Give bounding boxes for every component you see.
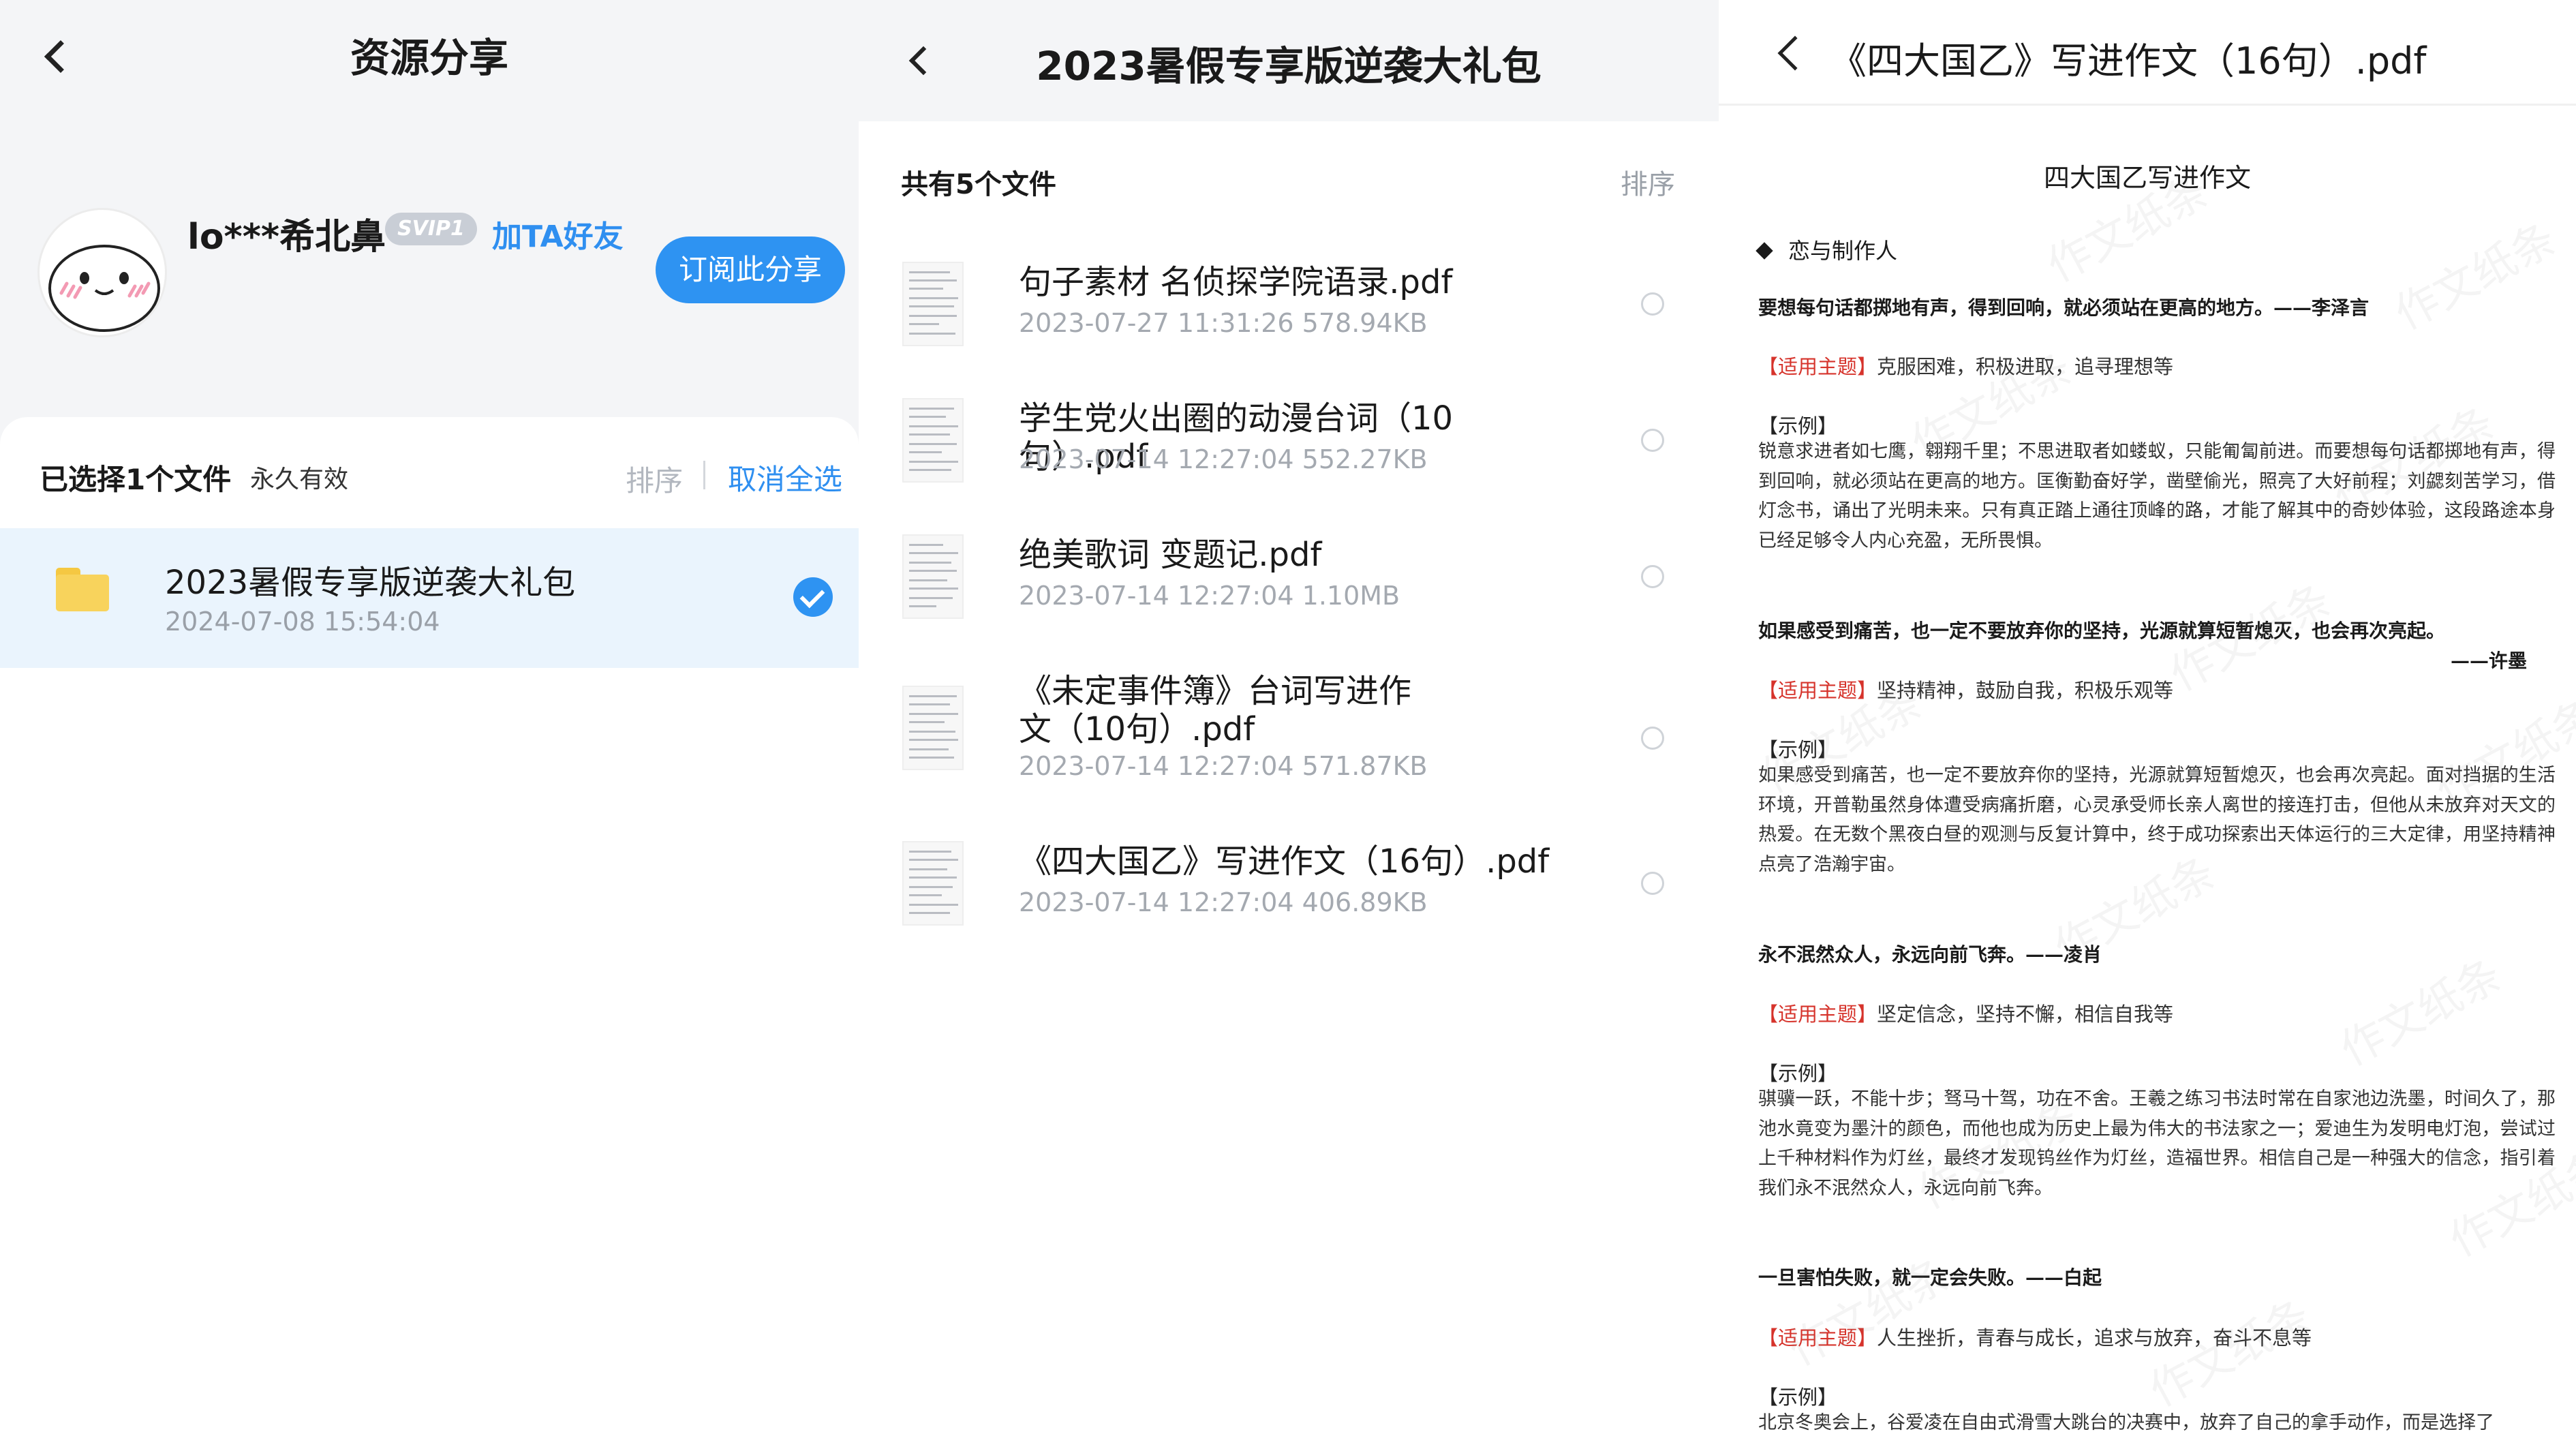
quote-signature: ——许墨 [2450, 650, 2527, 672]
folder-panel: 2023暑假专享版逆袭大礼包 共有5个文件 排序 句子素材 名侦探学院语录.pd… [859, 0, 1719, 1449]
pdf-thumbnail-icon [902, 686, 964, 770]
watermark: 作文纸条 [2387, 213, 2565, 341]
share-header: 资源分享 [0, 0, 859, 116]
quote: 一旦害怕失败，就一定会失败。——白起 [1758, 1266, 2102, 1289]
file-name: 句子素材 名侦探学院语录.pdf [1019, 263, 1453, 301]
example-text: 如果感受到痛苦，也一定不要放弃你的坚持，光源就算短暂熄灭，也会再次亮起。面对挡据… [1758, 765, 2556, 875]
username: lo***希北鼻 [187, 217, 386, 258]
select-radio[interactable] [1641, 727, 1664, 750]
file-count: 共有5个文件 [901, 169, 1056, 200]
avatar[interactable] [37, 208, 167, 337]
example-label: 【示例】 [1758, 414, 1838, 438]
file-row[interactable]: 绝美歌词 变题记.pdf 2023-07-14 12:27:04 1.10MB [859, 529, 1719, 638]
page-title: 《四大国乙》写进作文（16句）.pdf [1830, 40, 2427, 82]
mochi-face-icon [48, 245, 160, 332]
select-radio[interactable] [1641, 429, 1664, 452]
folder-name: 2023暑假专享版逆袭大礼包 [165, 564, 576, 602]
subscribe-button[interactable]: 订阅此分享 [656, 237, 845, 303]
selected-folder-row[interactable]: 2023暑假专享版逆袭大礼包 2024-07-08 15:54:04 [0, 528, 859, 668]
sort-button[interactable]: 排序 [1621, 162, 1675, 202]
file-meta: 2023-07-14 12:27:04 406.89KB [1019, 887, 1428, 917]
file-meta: 2023-07-14 12:27:04 552.27KB [1019, 444, 1428, 474]
theme-line: 【适用主题】坚持精神，鼓励自我，积极乐观等 [1758, 679, 2174, 702]
page-title: 2023暑假专享版逆袭大礼包 [1036, 43, 1542, 89]
example-text: 北京冬奥会上，谷爱凌在自由式滑雪大跳台的决赛中，放弃了自己的拿手动作，而是选择了 [1758, 1412, 2494, 1433]
preview-panel: 《四大国乙》写进作文（16句）.pdf 四大国乙写进作文 恋与制作人 要想每句话… [1719, 0, 2576, 1449]
select-radio[interactable] [1641, 292, 1664, 316]
folder-header: 2023暑假专享版逆袭大礼包 [859, 0, 1719, 121]
example-label: 【示例】 [1758, 1386, 1838, 1409]
theme-line: 【适用主题】人生挫折，青春与成长，追求与放弃，奋斗不息等 [1758, 1326, 2312, 1349]
pdf-thumbnail-icon [902, 262, 964, 346]
file-row[interactable]: 学生党火出圈的动漫台词（10句）.pdf 2023-07-14 12:27:04… [859, 393, 1719, 502]
add-friend-link[interactable]: 加TA好友 [492, 212, 624, 256]
page-title: 资源分享 [350, 35, 508, 81]
watermark: 作文纸条 [2332, 949, 2511, 1077]
file-row[interactable]: 《四大国乙》写进作文（16句）.pdf 2023-07-14 12:27:04 … [859, 836, 1719, 945]
pdf-thumbnail-icon [902, 398, 964, 483]
svip-badge: SVIP1 [385, 213, 477, 245]
checkmark-icon[interactable] [793, 577, 833, 617]
select-radio[interactable] [1641, 565, 1664, 588]
folder-date: 2024-07-08 15:54:04 [165, 607, 440, 637]
folder-icon [56, 568, 109, 611]
file-meta: 2023-07-14 12:27:04 571.87KB [1019, 751, 1428, 781]
validity-label: 永久有效 [250, 466, 349, 493]
file-name: 《四大国乙》写进作文（16句）.pdf [1019, 842, 1550, 881]
example-text: 骐骥一跃，不能十步；驽马十驾，功在不舍。王羲之练习书法时常在自家池边洗墨，时间久… [1758, 1088, 2556, 1199]
file-row[interactable]: 句子素材 名侦探学院语录.pdf 2023-07-27 11:31:26 578… [859, 256, 1719, 365]
file-meta: 2023-07-14 12:27:04 1.10MB [1019, 581, 1400, 611]
example-label: 【示例】 [1758, 1062, 1838, 1085]
back-icon[interactable] [1777, 35, 1813, 71]
file-name: 绝美歌词 变题记.pdf [1019, 536, 1322, 574]
file-name: 《未定事件簿》台词写进作文（10句）.pdf [1019, 672, 1412, 748]
doc-section: 恋与制作人 [1758, 234, 1897, 265]
preview-header: 《四大国乙》写进作文（16句）.pdf [1719, 0, 2576, 106]
cancel-select-all-button[interactable]: 取消全选 [728, 457, 842, 498]
example-text: 锐意求进者如七鹰，翱翔千里；不思进取者如蝼蚁，只能匍匐前进。而要想每句话都掷地有… [1758, 441, 2556, 551]
pdf-thumbnail-icon [902, 534, 964, 619]
quote: 要想每句话都掷地有声，得到回响，就必须站在更高的地方。——李泽言 [1758, 296, 2370, 319]
pdf-document[interactable]: 四大国乙写进作文 恋与制作人 要想每句话都掷地有声，得到回响，就必须站在更高的地… [1719, 106, 2576, 1449]
quote: 永不泯然众人，永远向前飞奔。——凌肖 [1758, 943, 2102, 966]
selection-card: 已选择1个文件 永久有效 排序 取消全选 2023暑假专享版逆袭大礼包 2024… [0, 417, 859, 1449]
sort-button[interactable]: 排序 [626, 458, 683, 500]
file-row[interactable]: 《未定事件簿》台词写进作文（10句）.pdf 2023-07-14 12:27:… [859, 665, 1719, 802]
theme-line: 【适用主题】克服困难，积极进取，追寻理想等 [1758, 355, 2174, 378]
quote: 如果感受到痛苦，也一定不要放弃你的坚持，光源就算短暂熄灭，也会再次亮起。 [1758, 620, 2446, 642]
selected-count: 已选择1个文件 [40, 463, 232, 496]
select-radio[interactable] [1641, 872, 1664, 895]
file-meta: 2023-07-27 11:31:26 578.94KB [1019, 308, 1428, 338]
pdf-thumbnail-icon [902, 841, 964, 926]
doc-title: 四大国乙写进作文 [2043, 163, 2251, 193]
share-panel: 资源分享 lo***希北鼻 SVIP1 加TA好友 订阅此分享 已选择1个文件 … [0, 0, 859, 1449]
watermark: 作文纸条 [1780, 1249, 1959, 1377]
divider [703, 461, 705, 489]
example-label: 【示例】 [1758, 738, 1838, 761]
theme-line: 【适用主题】坚定信念，坚持不懈，相信自我等 [1758, 1003, 2174, 1026]
